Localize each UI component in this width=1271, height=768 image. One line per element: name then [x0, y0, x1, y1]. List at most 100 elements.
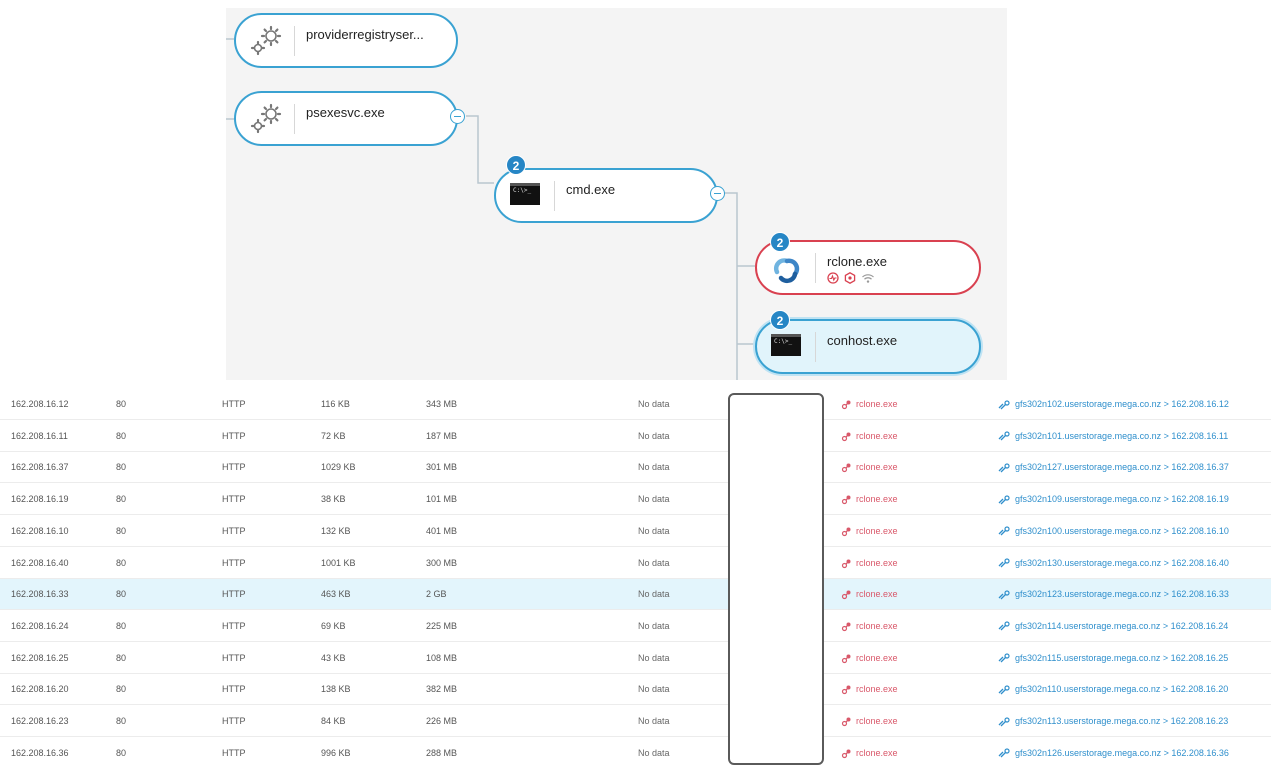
- child-count-badge: 2: [770, 232, 790, 252]
- process-link-icon: [841, 654, 851, 663]
- port-cell: 80: [116, 494, 127, 505]
- destination-link[interactable]: gfs302n114.userstorage.mega.co.nz > 162.…: [998, 611, 1228, 642]
- table-row[interactable]: 162.208.16.20 80 HTTP 138 KB 382 MB No data rc…: [0, 674, 1271, 706]
- process-node-cmd[interactable]: C:\>_ cmd.exe: [494, 168, 718, 223]
- collapse-cmd-button[interactable]: [710, 186, 725, 201]
- destination-link[interactable]: gfs302n102.userstorage.mega.co.nz > 162.…: [998, 389, 1229, 420]
- data-status-cell: No data: [638, 589, 670, 600]
- connection-icon: [998, 653, 1010, 663]
- destination-link[interactable]: gfs302n115.userstorage.mega.co.nz > 162.…: [998, 643, 1228, 674]
- process-link-label: rclone.exe: [856, 747, 898, 758]
- protocol-cell: HTTP: [222, 557, 246, 568]
- data-status-cell: No data: [638, 399, 670, 409]
- process-link[interactable]: rclone.exe: [841, 389, 898, 420]
- bytes-received-cell: 288 MB: [426, 747, 458, 758]
- process-node-rclone[interactable]: rclone.exe: [755, 240, 981, 295]
- table-row[interactable]: 162.208.16.12 80 HTTP 116 KB 343 MB No data rc…: [0, 389, 1271, 420]
- process-link[interactable]: rclone.exe: [841, 516, 898, 547]
- destination-label: gfs302n114.userstorage.mega.co.nz > 162.…: [1015, 620, 1229, 631]
- process-link[interactable]: rclone.exe: [841, 421, 898, 452]
- child-count-badge: 2: [506, 155, 526, 175]
- process-node-conhost[interactable]: C:\>_ conhost.exe: [755, 319, 981, 374]
- protocol-cell: HTTP: [222, 589, 246, 600]
- ip-address-cell: 162.208.16.19: [11, 494, 69, 505]
- bytes-sent-cell: 72 KB: [321, 430, 346, 441]
- process-link[interactable]: rclone.exe: [841, 706, 898, 737]
- table-row[interactable]: 162.208.16.24 80 HTTP 69 KB 225 MB No data rcl…: [0, 611, 1271, 642]
- process-name: conhost.exe: [827, 333, 898, 348]
- ip-address-cell: 162.208.16.25: [11, 652, 69, 663]
- process-link[interactable]: rclone.exe: [841, 643, 898, 674]
- data-status-cell: No data: [638, 747, 670, 758]
- process-link-icon: [841, 622, 851, 631]
- process-link[interactable]: rclone.exe: [841, 579, 898, 610]
- collapse-psexesvc-button[interactable]: [450, 109, 465, 124]
- connection-icon: [998, 748, 1010, 758]
- bytes-sent-cell: 132 KB: [321, 525, 351, 536]
- data-status-cell: No data: [638, 684, 670, 695]
- data-status-cell: No data: [638, 525, 670, 536]
- destination-link[interactable]: gfs302n101.userstorage.mega.co.nz > 162.…: [998, 421, 1228, 452]
- table-row[interactable]: 162.208.16.25 80 HTTP 43 KB 108 MB No data rcl…: [0, 643, 1271, 674]
- destination-label: gfs302n100.userstorage.mega.co.nz > 162.…: [1015, 525, 1229, 536]
- process-link[interactable]: rclone.exe: [841, 484, 898, 515]
- port-cell: 80: [116, 684, 127, 695]
- port-cell: 80: [116, 399, 127, 409]
- table-row[interactable]: 162.208.16.36 80 HTTP 996 KB 288 MB No data rc…: [0, 738, 1271, 768]
- destination-link[interactable]: gfs302n100.userstorage.mega.co.nz > 162.…: [998, 516, 1229, 547]
- process-node-providerregistry[interactable]: providerregistryser...: [234, 13, 458, 68]
- destination-link[interactable]: gfs302n126.userstorage.mega.co.nz > 162.…: [998, 738, 1229, 768]
- table-row[interactable]: 162.208.16.40 80 HTTP 1001 KB 300 MB No data r…: [0, 548, 1271, 579]
- data-status-cell: No data: [638, 716, 670, 726]
- bytes-sent-cell: 996 KB: [321, 747, 351, 758]
- ip-address-cell: 162.208.16.12: [11, 399, 69, 409]
- port-cell: 80: [116, 525, 127, 536]
- table-row[interactable]: 162.208.16.37 80 HTTP 1029 KB 301 MB No data r…: [0, 452, 1271, 484]
- destination-link[interactable]: gfs302n123.userstorage.mega.co.nz > 162.…: [998, 579, 1229, 610]
- protocol-cell: HTTP: [222, 399, 246, 409]
- process-name: rclone.exe: [827, 254, 887, 269]
- destination-link[interactable]: gfs302n109.userstorage.mega.co.nz > 162.…: [998, 484, 1229, 515]
- connection-icon: [998, 431, 1010, 441]
- destination-label: gfs302n113.userstorage.mega.co.nz > 162.…: [1015, 716, 1229, 726]
- table-row[interactable]: 162.208.16.11 80 HTTP 72 KB 187 MB No data rcl…: [0, 421, 1271, 452]
- bytes-sent-cell: 463 KB: [321, 589, 351, 600]
- bytes-received-cell: 301 MB: [426, 462, 458, 473]
- destination-link[interactable]: gfs302n110.userstorage.mega.co.nz > 162.…: [998, 674, 1228, 705]
- ip-address-cell: 162.208.16.23: [11, 716, 69, 726]
- process-link[interactable]: rclone.exe: [841, 452, 898, 483]
- bytes-sent-cell: 38 KB: [321, 494, 346, 505]
- process-link[interactable]: rclone.exe: [841, 674, 898, 705]
- protocol-cell: HTTP: [222, 684, 246, 695]
- table-row[interactable]: 162.208.16.19 80 HTTP 38 KB 101 MB No data rcl…: [0, 484, 1271, 516]
- destination-link[interactable]: gfs302n130.userstorage.mega.co.nz > 162.…: [998, 548, 1229, 579]
- process-link[interactable]: rclone.exe: [841, 548, 898, 579]
- ip-address-cell: 162.208.16.40: [11, 557, 69, 568]
- bytes-received-cell: 226 MB: [426, 716, 458, 726]
- wifi-icon: [862, 274, 874, 283]
- table-row[interactable]: 162.208.16.10 80 HTTP 132 KB 401 MB No data rc…: [0, 516, 1271, 547]
- port-cell: 80: [116, 652, 127, 663]
- port-cell: 80: [116, 430, 127, 441]
- destination-label: gfs302n101.userstorage.mega.co.nz > 162.…: [1015, 430, 1229, 441]
- process-link[interactable]: rclone.exe: [841, 738, 898, 768]
- bytes-received-cell: 300 MB: [426, 557, 458, 568]
- destination-link[interactable]: gfs302n113.userstorage.mega.co.nz > 162.…: [998, 706, 1228, 737]
- bytes-sent-cell: 43 KB: [321, 652, 346, 663]
- destination-label: gfs302n115.userstorage.mega.co.nz > 162.…: [1015, 652, 1229, 663]
- protocol-cell: HTTP: [222, 430, 246, 441]
- destination-label: gfs302n109.userstorage.mega.co.nz > 162.…: [1015, 494, 1229, 505]
- ip-address-cell: 162.208.16.24: [11, 620, 69, 631]
- process-node-psexesvc[interactable]: psexesvc.exe: [234, 91, 458, 146]
- process-name: cmd.exe: [566, 182, 616, 197]
- pulse-icon: [827, 272, 839, 284]
- bytes-received-cell: 382 MB: [426, 684, 458, 695]
- process-link-label: rclone.exe: [856, 399, 898, 409]
- connection-icon: [998, 463, 1010, 473]
- table-row[interactable]: 162.208.16.33 80 HTTP 463 KB 2 GB No data rclo…: [0, 579, 1271, 611]
- process-link-icon: [841, 559, 851, 568]
- connection-icon: [998, 526, 1010, 536]
- table-row[interactable]: 162.208.16.23 80 HTTP 84 KB 226 MB No data rcl…: [0, 706, 1271, 737]
- process-link[interactable]: rclone.exe: [841, 611, 898, 642]
- destination-link[interactable]: gfs302n127.userstorage.mega.co.nz > 162.…: [998, 452, 1229, 483]
